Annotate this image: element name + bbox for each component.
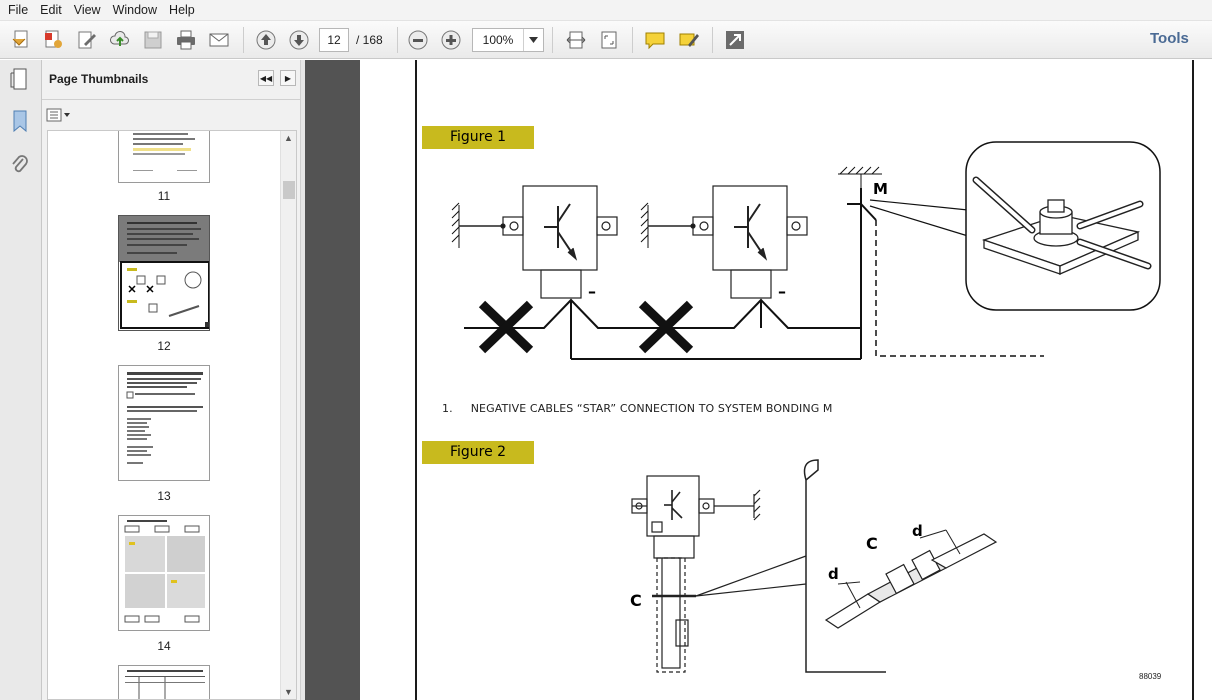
- save-icon[interactable]: [140, 27, 166, 53]
- expand-panel-icon[interactable]: ▶: [280, 70, 296, 86]
- comment-icon[interactable]: [642, 27, 668, 53]
- zoom-select[interactable]: 100%: [472, 28, 544, 52]
- scroll-up-icon[interactable]: ▲: [284, 133, 293, 143]
- menu-file[interactable]: File: [2, 0, 34, 21]
- attachments-icon[interactable]: [5, 150, 35, 180]
- toolbar: 12 / 168 100% Tools: [0, 21, 1212, 59]
- caption-number: 1.: [442, 402, 453, 415]
- tools-button[interactable]: Tools: [1150, 30, 1189, 47]
- figure-1-diagram: – – M C C d d: [451, 141, 1161, 673]
- thumbnail-page-12[interactable]: [118, 215, 210, 331]
- print-icon[interactable]: [173, 27, 199, 53]
- bookmarks-icon[interactable]: [5, 106, 35, 136]
- fit-page-icon[interactable]: [596, 27, 622, 53]
- previous-page-icon[interactable]: [253, 27, 279, 53]
- export-pdf-icon[interactable]: [40, 27, 66, 53]
- label-m: M: [873, 180, 888, 198]
- collapse-panel-icon[interactable]: ◀◀: [258, 70, 274, 86]
- thumbnail-label: 12: [157, 339, 171, 353]
- label-c-detail: C: [866, 534, 878, 553]
- label-d-left: d: [828, 565, 839, 583]
- thumbnail-label: 13: [157, 489, 171, 503]
- reference-code: 88039: [1139, 672, 1162, 681]
- minus-label-1: –: [588, 282, 596, 301]
- document-viewer: Figure 1 Figure 2 – – M C C d d 1. NEGAT…: [305, 60, 1212, 700]
- thumbnail-scrollbar[interactable]: ▲ ▼: [280, 131, 296, 699]
- chevron-down-icon[interactable]: [523, 29, 543, 51]
- panel-title: Page Thumbnails: [49, 72, 149, 86]
- thumbnails-panel: Page Thumbnails ◀◀ ▶ 11 12 13 14 ▲ ▼: [42, 60, 300, 700]
- fit-width-icon[interactable]: [563, 27, 589, 53]
- email-icon[interactable]: [206, 27, 232, 53]
- zoom-out-icon[interactable]: [405, 27, 431, 53]
- page-number-input[interactable]: 12: [319, 28, 349, 52]
- full-screen-icon[interactable]: [722, 27, 748, 53]
- page-thumbnails-icon[interactable]: [5, 64, 35, 94]
- menu-view[interactable]: View: [68, 0, 107, 21]
- thumbnail-options-button[interactable]: [46, 106, 72, 124]
- create-pdf-icon[interactable]: [8, 27, 34, 53]
- menu-help[interactable]: Help: [163, 0, 201, 21]
- caption-text: NEGATIVE CABLES “STAR” CONNECTION TO SYS…: [470, 402, 833, 415]
- label-d-right: d: [912, 522, 923, 540]
- navigation-pane: [0, 60, 42, 700]
- panel-header: Page Thumbnails ◀◀ ▶: [42, 60, 300, 100]
- page-total: / 168: [356, 33, 383, 47]
- menu-edit[interactable]: Edit: [34, 0, 68, 21]
- scroll-down-icon[interactable]: ▼: [284, 687, 293, 697]
- minus-label-2: –: [778, 282, 786, 301]
- thumbnail-page-14[interactable]: [118, 515, 210, 631]
- thumbnail-page-15[interactable]: [118, 665, 210, 699]
- zoom-value: 100%: [482, 33, 514, 47]
- zoom-in-icon[interactable]: [438, 27, 464, 53]
- cloud-upload-icon[interactable]: [107, 27, 133, 53]
- document-page: Figure 1 Figure 2 – – M C C d d 1. NEGAT…: [360, 60, 1212, 700]
- highlight-icon[interactable]: [676, 27, 702, 53]
- thumbnail-label: 11: [157, 189, 171, 203]
- next-page-icon[interactable]: [286, 27, 312, 53]
- thumbnail-page-13[interactable]: [118, 365, 210, 481]
- thumbnail-label: 14: [157, 639, 171, 653]
- scroll-thumb[interactable]: [283, 181, 295, 199]
- menu-bar: File Edit View Window Help: [0, 0, 1212, 21]
- label-c-left: C: [630, 591, 642, 610]
- edit-pdf-icon[interactable]: [74, 27, 100, 53]
- thumbnail-page-11[interactable]: [118, 131, 210, 183]
- figure-1-caption: 1. NEGATIVE CABLES “STAR” CONNECTION TO S…: [442, 402, 833, 415]
- thumbnail-list: 11 12 13 14 ▲ ▼: [47, 130, 297, 700]
- menu-window[interactable]: Window: [107, 0, 163, 21]
